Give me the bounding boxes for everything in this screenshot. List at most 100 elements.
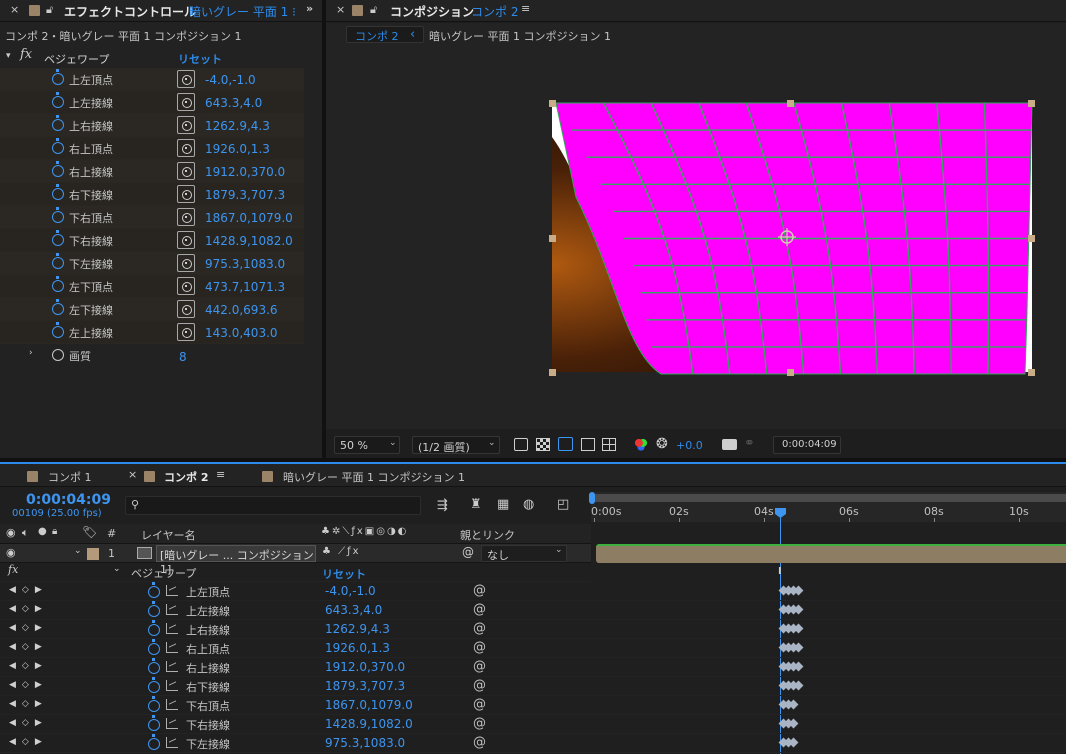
graph-editor-icon[interactable]: [166, 642, 178, 653]
parent-link-column[interactable]: 親とリンク: [460, 527, 515, 543]
stopwatch-icon[interactable]: [52, 161, 64, 177]
transparency-grid-icon[interactable]: [536, 438, 550, 451]
draft-3d-icon[interactable]: ♜: [470, 497, 482, 512]
stopwatch-icon[interactable]: [148, 715, 160, 731]
exposure-value[interactable]: +0.0: [676, 439, 703, 452]
property-value[interactable]: 975.3,1083.0: [325, 736, 405, 750]
layer-name-field[interactable]: [暗いグレー ... コンポジション 1]: [156, 545, 316, 576]
expression-pickwhip-icon[interactable]: @: [473, 583, 486, 598]
point-target-icon[interactable]: [177, 254, 195, 272]
close-icon[interactable]: ×: [10, 3, 19, 16]
quality-twirl-icon[interactable]: ›: [29, 348, 33, 358]
timeline-timecode[interactable]: 0:00:04:09: [26, 492, 111, 508]
keyframe[interactable]: [793, 623, 804, 634]
close-icon[interactable]: ×: [336, 3, 345, 16]
breadcrumb-active[interactable]: コンポ 2 ‹: [346, 26, 424, 43]
keyframe-navigator-icon[interactable]: ◀◇▶: [9, 699, 48, 709]
stopwatch-icon[interactable]: [148, 658, 160, 674]
reset-link[interactable]: リセット: [178, 51, 222, 67]
graph-editor-icon[interactable]: [166, 699, 178, 710]
keyframe[interactable]: [788, 699, 799, 710]
motion-blur-icon[interactable]: ◰: [557, 497, 569, 512]
lock-icon[interactable]: 🔓︎: [370, 3, 377, 17]
mask-path-icon[interactable]: [558, 437, 573, 451]
effect-twirl-icon[interactable]: ▾: [6, 51, 11, 61]
work-area-start-handle[interactable]: [589, 492, 595, 504]
hide-shy-layers-icon[interactable]: ▦: [497, 497, 509, 512]
property-value[interactable]: 1867.0,1079.0: [205, 211, 293, 225]
point-target-icon[interactable]: [177, 277, 195, 295]
grid-guides-icon[interactable]: [602, 438, 616, 451]
graph-editor-icon[interactable]: [166, 737, 178, 748]
tab-comp1[interactable]: コンポ 1: [20, 466, 120, 486]
expand-panels-icon[interactable]: »: [306, 2, 313, 15]
layer-name-column[interactable]: レイヤー名: [141, 527, 196, 543]
property-value[interactable]: -4.0,-1.0: [205, 73, 256, 87]
effect-reset-link[interactable]: リセット: [322, 566, 366, 582]
property-value[interactable]: 1262.9,4.3: [325, 622, 390, 636]
keyframe[interactable]: [788, 737, 799, 748]
property-value[interactable]: 1428.9,1082.0: [325, 717, 413, 731]
time-ruler[interactable]: 0:00s 02s 04s 06s 08s 10s: [589, 492, 1066, 522]
layer-label-swatch[interactable]: [87, 548, 99, 560]
region-of-interest-icon[interactable]: [581, 438, 595, 451]
panel-menu-icon[interactable]: ≡: [216, 468, 225, 481]
property-value[interactable]: 442.0,693.6: [205, 303, 278, 317]
keyframe-navigator-icon[interactable]: ◀◇▶: [9, 737, 48, 747]
stopwatch-icon[interactable]: [52, 230, 64, 246]
point-target-icon[interactable]: [177, 70, 195, 88]
parent-dropdown[interactable]: なし ⌄: [481, 545, 567, 562]
stopwatch-icon[interactable]: [52, 69, 64, 85]
property-value[interactable]: 975.3,1083.0: [205, 257, 285, 271]
property-value[interactable]: 1912.0,370.0: [205, 165, 285, 179]
stopwatch-icon[interactable]: [52, 138, 64, 154]
stopwatch-icon[interactable]: [52, 207, 64, 223]
point-target-icon[interactable]: [177, 323, 195, 341]
point-target-icon[interactable]: [177, 300, 195, 318]
layer-row[interactable]: ◉ ⌄ 1 [暗いグレー ... コンポジション 1] ♣ ⟋ƒx @ なし ⌄: [0, 544, 591, 576]
property-value[interactable]: 1879.3,707.3: [205, 188, 285, 202]
quality-stopwatch-icon[interactable]: [52, 349, 64, 361]
layer-twirl-icon[interactable]: ⌄: [74, 546, 82, 556]
composition-mini-flowchart-icon[interactable]: ⇶: [437, 498, 448, 513]
keyframe-navigator-icon[interactable]: ◀◇▶: [9, 623, 48, 633]
expression-pickwhip-icon[interactable]: @: [473, 735, 486, 750]
zoom-dropdown[interactable]: 50 % ⌄: [334, 436, 400, 454]
stopwatch-icon[interactable]: [52, 253, 64, 269]
composition-tab[interactable]: × 🔓︎ コンポジション コンポ 2 ≡: [326, 0, 1066, 22]
keyframe[interactable]: [788, 718, 799, 729]
layer-duration-bar[interactable]: [596, 544, 1066, 563]
search-input[interactable]: ⚲: [125, 496, 421, 515]
expression-pickwhip-icon[interactable]: @: [473, 659, 486, 674]
fx-icon[interactable]: fx: [8, 563, 18, 576]
stopwatch-icon[interactable]: [52, 322, 64, 338]
comp-viewer[interactable]: [326, 47, 1066, 429]
stopwatch-icon[interactable]: [52, 92, 64, 108]
layer-switches[interactable]: ♣ ⟋ƒx: [322, 546, 361, 557]
property-value[interactable]: 1926.0,1.3: [205, 142, 270, 156]
stopwatch-icon[interactable]: [148, 734, 160, 750]
expression-pickwhip-icon[interactable]: @: [473, 716, 486, 731]
keyframe[interactable]: [793, 585, 804, 596]
color-channels-icon[interactable]: [634, 438, 648, 452]
graph-editor-icon[interactable]: [166, 718, 178, 729]
keyframe[interactable]: [793, 661, 804, 672]
property-value[interactable]: 643.3,4.0: [205, 96, 262, 110]
snapshot-camera-icon[interactable]: [722, 439, 737, 450]
expression-pickwhip-icon[interactable]: @: [473, 678, 486, 693]
stopwatch-icon[interactable]: [148, 677, 160, 693]
expression-pickwhip-icon[interactable]: @: [473, 602, 486, 617]
stopwatch-icon[interactable]: [52, 115, 64, 131]
point-target-icon[interactable]: [177, 116, 195, 134]
exposure-reset-icon[interactable]: ❂: [656, 436, 668, 452]
keyframe-navigator-icon[interactable]: ◀◇▶: [9, 585, 48, 595]
fx-icon[interactable]: fx: [20, 47, 32, 62]
point-target-icon[interactable]: [177, 231, 195, 249]
effect-twirl-icon[interactable]: ⌄: [113, 564, 121, 574]
keyframe[interactable]: [793, 642, 804, 653]
stopwatch-icon[interactable]: [52, 184, 64, 200]
visibility-toggle-icon[interactable]: ◉: [6, 546, 16, 559]
stopwatch-icon[interactable]: [148, 696, 160, 712]
graph-editor-icon[interactable]: [166, 661, 178, 672]
stopwatch-icon[interactable]: [148, 582, 160, 598]
